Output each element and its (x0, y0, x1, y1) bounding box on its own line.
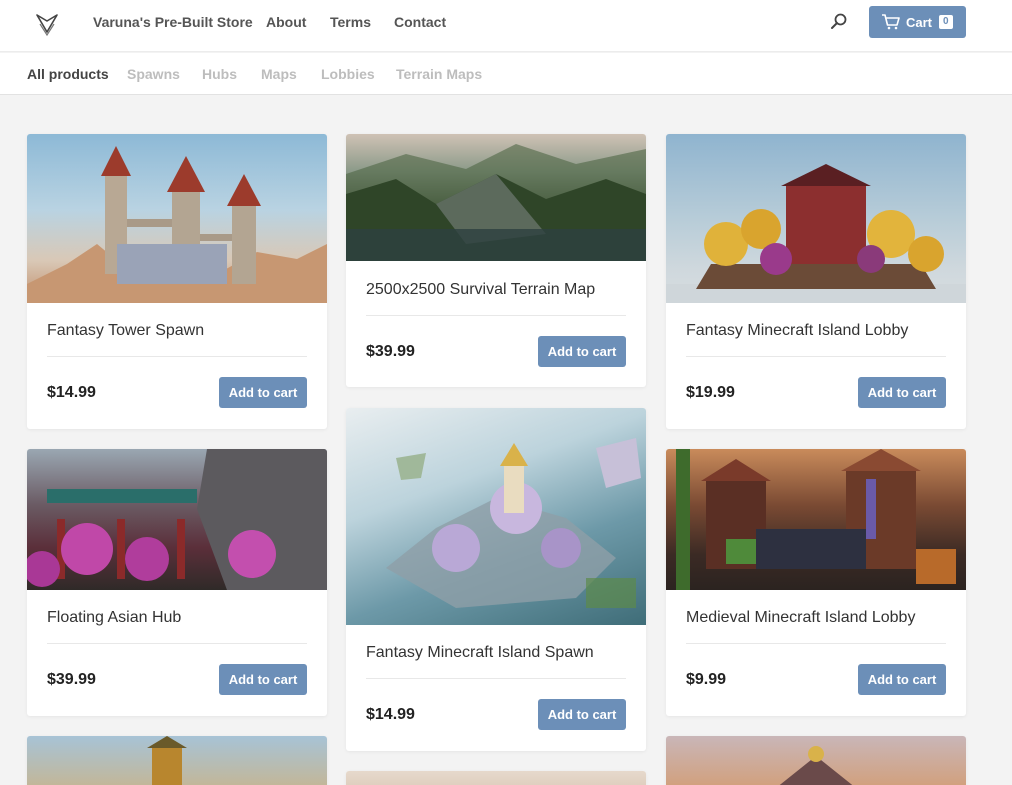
product-image[interactable] (666, 134, 966, 303)
product-price: $9.99 (686, 671, 727, 688)
add-to-cart-button[interactable]: Add to cart (858, 377, 946, 408)
product-image[interactable] (346, 408, 646, 625)
product-card[interactable]: Fantasy Minecraft Island Lobby $19.99 Ad… (666, 134, 966, 429)
category-spawns[interactable]: Spawns (127, 66, 180, 82)
nav-terms-link[interactable]: Terms (330, 14, 371, 30)
add-to-cart-button[interactable]: Add to cart (538, 336, 626, 367)
product-image[interactable] (666, 736, 966, 785)
product-title[interactable]: Fantasy Tower Spawn (47, 322, 204, 340)
product-card[interactable]: Fantasy Tower Spawn $14.99 Add to cart (27, 134, 327, 429)
divider (686, 643, 946, 644)
divider (47, 643, 307, 644)
cart-icon (882, 14, 900, 30)
divider (366, 315, 626, 316)
cart-count-badge: 0 (939, 15, 953, 29)
search-icon[interactable] (829, 12, 849, 32)
product-price: $14.99 (47, 384, 96, 401)
logo-icon[interactable] (34, 11, 60, 37)
product-title[interactable]: Fantasy Minecraft Island Spawn (366, 644, 594, 662)
product-title[interactable]: Floating Asian Hub (47, 609, 181, 627)
category-maps[interactable]: Maps (261, 66, 297, 82)
nav-contact-link[interactable]: Contact (394, 14, 446, 30)
category-hubs[interactable]: Hubs (202, 66, 237, 82)
product-price: $14.99 (366, 706, 415, 723)
product-card[interactable] (27, 736, 327, 785)
product-title[interactable]: Fantasy Minecraft Island Lobby (686, 322, 908, 340)
divider (47, 356, 307, 357)
category-all-products[interactable]: All products (27, 66, 109, 82)
product-price: $39.99 (47, 671, 96, 688)
divider (686, 356, 946, 357)
product-image[interactable] (666, 449, 966, 590)
nav-about-link[interactable]: About (266, 14, 306, 30)
divider (366, 678, 626, 679)
category-terrain-maps[interactable]: Terrain Maps (396, 66, 482, 82)
product-card[interactable]: Medieval Minecraft Island Lobby $9.99 Ad… (666, 449, 966, 716)
category-bar: All products Spawns Hubs Maps Lobbies Te… (0, 53, 1012, 95)
add-to-cart-button[interactable]: Add to cart (538, 699, 626, 730)
cart-button[interactable]: Cart 0 (869, 6, 966, 38)
product-card[interactable] (346, 771, 646, 785)
add-to-cart-button[interactable]: Add to cart (219, 664, 307, 695)
product-price: $39.99 (366, 343, 415, 360)
product-image[interactable] (27, 134, 327, 303)
product-card[interactable]: Floating Asian Hub $39.99 Add to cart (27, 449, 327, 716)
product-image[interactable] (27, 449, 327, 590)
product-title[interactable]: Medieval Minecraft Island Lobby (686, 609, 915, 627)
add-to-cart-button[interactable]: Add to cart (858, 664, 946, 695)
cart-label: Cart (906, 14, 933, 30)
product-card[interactable] (666, 736, 966, 785)
product-image[interactable] (27, 736, 327, 785)
product-card[interactable]: Fantasy Minecraft Island Spawn $14.99 Ad… (346, 408, 646, 751)
product-price: $19.99 (686, 384, 735, 401)
add-to-cart-button[interactable]: Add to cart (219, 377, 307, 408)
product-title[interactable]: 2500x2500 Survival Terrain Map (366, 281, 595, 299)
top-navbar: Varuna's Pre-Built Store About Terms Con… (0, 0, 1012, 52)
product-image[interactable] (346, 771, 646, 785)
product-card[interactable]: 2500x2500 Survival Terrain Map $39.99 Ad… (346, 134, 646, 387)
product-image[interactable] (346, 134, 646, 261)
store-home-link[interactable]: Varuna's Pre-Built Store (93, 14, 253, 30)
category-lobbies[interactable]: Lobbies (321, 66, 375, 82)
